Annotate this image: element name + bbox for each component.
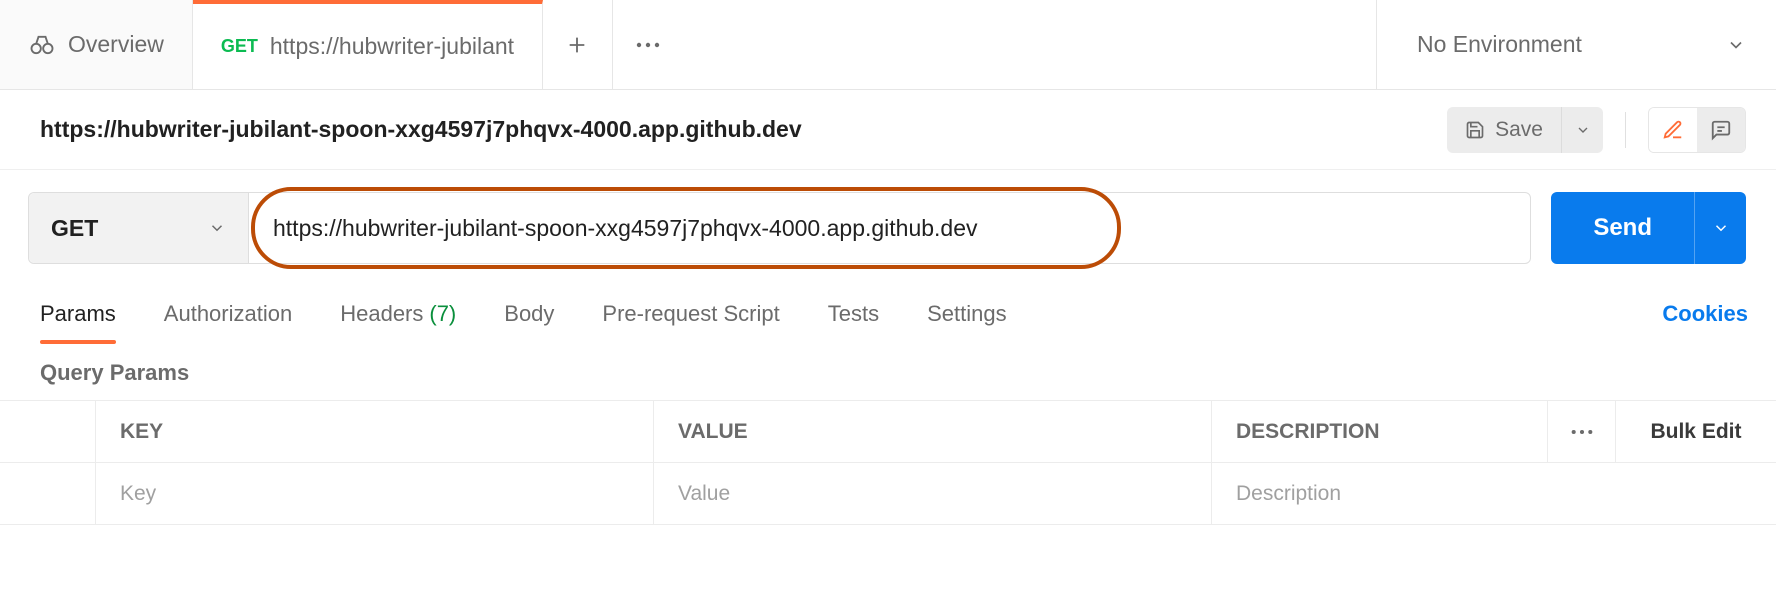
binoculars-icon bbox=[28, 31, 56, 59]
tabstrip-spacer bbox=[683, 0, 1376, 89]
pencil-icon bbox=[1662, 119, 1684, 141]
chevron-down-icon bbox=[1726, 35, 1746, 55]
new-tab-button[interactable] bbox=[543, 0, 613, 89]
col-key-header: KEY bbox=[96, 401, 654, 462]
query-params-label: Query Params bbox=[0, 342, 1776, 400]
bulk-edit-button[interactable]: Bulk Edit bbox=[1616, 401, 1776, 462]
divider bbox=[1625, 112, 1626, 148]
save-icon bbox=[1465, 120, 1485, 140]
tab-active-request[interactable]: GET https://hubwriter-jubilant- bbox=[193, 0, 543, 89]
params-header-row: KEY VALUE DESCRIPTION Bulk Edit bbox=[0, 401, 1776, 463]
method-select[interactable]: GET bbox=[29, 193, 249, 263]
comment-icon bbox=[1710, 119, 1732, 141]
subtab-label: Tests bbox=[828, 301, 879, 327]
save-dropdown[interactable] bbox=[1561, 107, 1603, 153]
save-label: Save bbox=[1495, 118, 1543, 142]
request-title-row: https://hubwriter-jubilant-spoon-xxg4597… bbox=[0, 90, 1776, 170]
environment-label: No Environment bbox=[1417, 31, 1582, 58]
method-value: GET bbox=[51, 215, 98, 242]
subtab-label: Settings bbox=[927, 301, 1007, 327]
tab-title: https://hubwriter-jubilant- bbox=[270, 33, 514, 60]
subtab-body[interactable]: Body bbox=[504, 286, 554, 342]
send-button[interactable]: Send bbox=[1551, 192, 1694, 264]
edit-button[interactable] bbox=[1649, 108, 1697, 152]
description-input[interactable]: Description bbox=[1212, 463, 1776, 524]
headers-count: (7) bbox=[429, 301, 456, 327]
tab-overview-label: Overview bbox=[68, 31, 164, 58]
col-handle bbox=[0, 401, 96, 462]
plus-icon bbox=[566, 34, 588, 56]
row-handle bbox=[0, 463, 96, 524]
tab-method-badge: GET bbox=[221, 36, 258, 57]
dots-horizontal-icon bbox=[635, 41, 661, 49]
method-url-group: GET bbox=[28, 192, 1531, 264]
col-options-button[interactable] bbox=[1548, 401, 1616, 462]
subtab-authorization[interactable]: Authorization bbox=[164, 286, 292, 342]
cookies-label: Cookies bbox=[1662, 301, 1748, 326]
subtab-label: Body bbox=[504, 301, 554, 327]
comments-button[interactable] bbox=[1697, 108, 1745, 152]
value-input[interactable]: Value bbox=[654, 463, 1212, 524]
chevron-down-icon bbox=[1575, 122, 1591, 138]
request-title: https://hubwriter-jubilant-spoon-xxg4597… bbox=[40, 116, 802, 143]
subtab-tests[interactable]: Tests bbox=[828, 286, 879, 342]
col-value-header: VALUE bbox=[654, 401, 1212, 462]
bulk-edit-label: Bulk Edit bbox=[1650, 420, 1741, 444]
dots-horizontal-icon bbox=[1570, 428, 1594, 436]
subtab-label: Headers bbox=[340, 301, 423, 327]
subtab-label: Authorization bbox=[164, 301, 292, 327]
subtab-headers[interactable]: Headers (7) bbox=[340, 286, 456, 342]
environment-selector[interactable]: No Environment bbox=[1376, 0, 1776, 89]
col-description-header: DESCRIPTION bbox=[1212, 401, 1548, 462]
send-dropdown[interactable] bbox=[1694, 192, 1746, 264]
tab-strip: Overview GET https://hubwriter-jubilant-… bbox=[0, 0, 1776, 90]
params-table: KEY VALUE DESCRIPTION Bulk Edit Key Valu… bbox=[0, 400, 1776, 525]
subtab-settings[interactable]: Settings bbox=[927, 286, 1007, 342]
subtab-label: Params bbox=[40, 301, 116, 327]
key-input[interactable]: Key bbox=[96, 463, 654, 524]
cookies-link[interactable]: Cookies bbox=[1662, 301, 1748, 327]
subtab-row: Params Authorization Headers (7) Body Pr… bbox=[0, 286, 1776, 342]
save-button[interactable]: Save bbox=[1447, 107, 1561, 153]
chevron-down-icon bbox=[1712, 219, 1730, 237]
chevron-down-icon bbox=[208, 219, 226, 237]
subtab-label: Pre-request Script bbox=[602, 301, 779, 327]
request-row: GET Send bbox=[0, 170, 1776, 286]
tab-options-button[interactable] bbox=[613, 0, 683, 89]
url-input[interactable] bbox=[249, 193, 1530, 263]
send-label: Send bbox=[1593, 214, 1652, 242]
subtab-prerequest[interactable]: Pre-request Script bbox=[602, 286, 779, 342]
tab-overview[interactable]: Overview bbox=[0, 0, 193, 89]
subtab-params[interactable]: Params bbox=[40, 286, 116, 342]
params-empty-row[interactable]: Key Value Description bbox=[0, 463, 1776, 525]
title-actions: Save bbox=[1447, 107, 1746, 153]
